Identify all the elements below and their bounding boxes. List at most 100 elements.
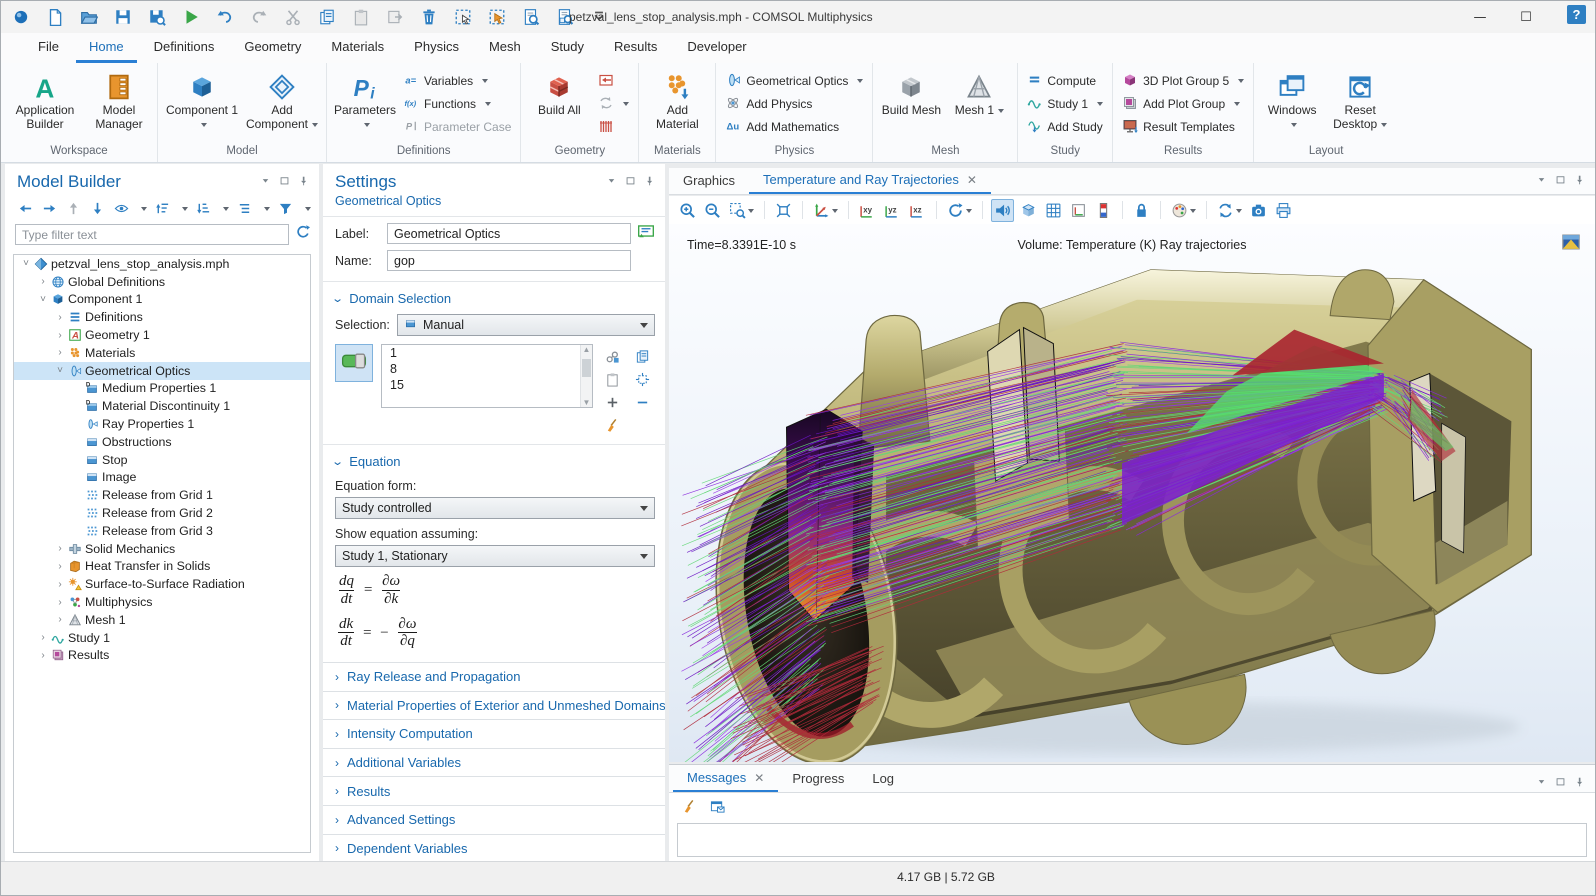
build-all-button[interactable]: Build All (527, 67, 591, 118)
expander-icon[interactable]: › (54, 312, 66, 323)
result-templates-button[interactable]: Result Templates (1119, 117, 1247, 137)
equation-section-header[interactable]: ⌄ Equation (323, 444, 665, 475)
expander-icon[interactable]: › (54, 614, 66, 625)
funnel-button[interactable] (277, 198, 294, 218)
select-box-button[interactable] (453, 7, 473, 27)
panel-menu-icon[interactable] (1536, 172, 1547, 190)
sort-asc-button[interactable] (154, 198, 171, 218)
tree-item-material-discontinuity-1[interactable]: DMaterial Discontinuity 1 (14, 397, 310, 415)
find-button[interactable] (521, 7, 541, 27)
plot-group-button[interactable]: 3D Plot Group 5 (1119, 71, 1247, 91)
add-component-button[interactable]: Add Component (244, 67, 320, 131)
section-results[interactable]: ›Results (323, 776, 665, 805)
expander-icon[interactable]: › (37, 632, 49, 643)
expander-icon[interactable]: ˅ (37, 294, 49, 305)
expander-icon[interactable]: › (54, 543, 66, 554)
float-panel-icon[interactable] (279, 173, 290, 191)
tree-item-global-definitions[interactable]: ›Global Definitions (14, 273, 310, 291)
tree-item-heat-transfer-in-solids[interactable]: ›Heat Transfer in Solids (14, 558, 310, 576)
grid-button[interactable] (1043, 200, 1064, 221)
expander-icon[interactable]: › (54, 330, 66, 341)
expander-icon[interactable]: ˅ (20, 258, 32, 269)
rebuild-button[interactable] (595, 94, 632, 114)
close-tab-icon[interactable]: ✕ (754, 771, 764, 785)
graphics-tab-temperature-and-ray-trajectories[interactable]: Temperature and Ray Trajectories✕ (749, 167, 991, 194)
pin-panel-icon[interactable] (298, 173, 309, 191)
menu-tab-mesh[interactable]: Mesh (476, 33, 534, 63)
section-additional-variables[interactable]: ›Additional Variables (323, 748, 665, 777)
paste-selection-button[interactable] (601, 369, 623, 390)
study-1-button[interactable]: Study 1 (1024, 94, 1106, 114)
panel-menu-icon[interactable] (606, 173, 617, 191)
color-legend-button[interactable] (1093, 200, 1114, 221)
menu-tab-developer[interactable]: Developer (674, 33, 759, 63)
selection-entity[interactable]: 1 (382, 345, 592, 361)
pin-panel-icon[interactable] (644, 173, 655, 191)
axes-triad-button[interactable] (811, 200, 840, 221)
view-xz-button[interactable]: xz (907, 200, 928, 221)
tree-item-surface-to-surface-radiation[interactable]: ›Surface-to-Surface Radiation (14, 575, 310, 593)
help-button[interactable]: ? (1567, 5, 1586, 24)
functions-button[interactable]: f(x) Functions (401, 94, 514, 114)
sync-button[interactable] (1215, 200, 1244, 221)
menu-tab-definitions[interactable]: Definitions (141, 33, 228, 63)
mesh-1-button[interactable]: Mesh 1 (947, 67, 1011, 118)
tree-item-geometrical-optics[interactable]: ˅Geometrical Optics (14, 362, 310, 380)
pin-panel-icon[interactable] (1574, 172, 1585, 190)
section-material-properties-of-exterior-and-unmeshed-domains[interactable]: ›Material Properties of Exterior and Unm… (323, 691, 665, 720)
paste-special-button[interactable] (385, 7, 405, 27)
axes-box-button[interactable] (1068, 200, 1089, 221)
geometrical-optics-button[interactable]: Geometrical Optics (722, 71, 866, 91)
menu-tab-materials[interactable]: Materials (318, 33, 397, 63)
add-selection-button[interactable] (601, 392, 623, 413)
eye-button[interactable] (113, 198, 130, 218)
scene-light-button[interactable] (991, 199, 1014, 222)
copy-button[interactable] (317, 7, 337, 27)
application-builder-button[interactable]: A Application Builder (7, 67, 83, 131)
arrow-down-button[interactable] (89, 198, 106, 218)
open-in-window-button[interactable] (707, 796, 727, 816)
graphics-tab-graphics[interactable]: Graphics (669, 167, 749, 194)
tree-item-medium-properties-1[interactable]: DMedium Properties 1 (14, 380, 310, 398)
tree-item-solid-mechanics[interactable]: ›Solid Mechanics (14, 540, 310, 558)
add-material-button[interactable]: Add Material (645, 67, 709, 131)
copy-selection-button[interactable] (631, 346, 653, 367)
tree-item-release-from-grid-1[interactable]: Release from Grid 1 (14, 486, 310, 504)
expander-icon[interactable]: › (37, 276, 49, 287)
compute-button[interactable]: Compute (1024, 71, 1106, 91)
model-manager-button[interactable]: Model Manager (87, 67, 151, 131)
camera-button[interactable] (1248, 200, 1269, 221)
tree-item-results[interactable]: ›Results (14, 647, 310, 665)
list-tree-button[interactable] (236, 198, 253, 218)
selection-entity-list[interactable]: ▲▼ 1815 (381, 344, 593, 408)
tree-item-stop[interactable]: Stop (14, 451, 310, 469)
expander-icon[interactable]: › (54, 597, 66, 608)
menu-tab-study[interactable]: Study (538, 33, 597, 63)
arrow-up-button[interactable] (65, 198, 82, 218)
menu-tab-file[interactable]: File (25, 33, 72, 63)
rename-icon[interactable] (637, 222, 655, 245)
selection-entity[interactable]: 15 (382, 377, 592, 393)
selection-entity[interactable]: 8 (382, 361, 592, 377)
section-ray-release-and-propagation[interactable]: ›Ray Release and Propagation (323, 662, 665, 691)
name-field[interactable] (387, 250, 631, 271)
panel-menu-icon[interactable] (1536, 774, 1547, 792)
view-yz-button[interactable]: yz (882, 200, 903, 221)
menu-tab-home[interactable]: Home (76, 33, 137, 63)
expander-icon[interactable]: › (37, 650, 49, 661)
domain-selection-section-header[interactable]: ⌄ Domain Selection (323, 281, 665, 312)
plot-thumbnail-icon[interactable] (1561, 232, 1581, 257)
float-panel-icon[interactable] (1555, 172, 1566, 190)
tree-item-obstructions[interactable]: Obstructions (14, 433, 310, 451)
active-selection-toggle[interactable] (335, 344, 373, 382)
minimize-button[interactable]: — (1457, 1, 1503, 33)
expander-icon[interactable]: › (54, 347, 66, 358)
deselect-box-button[interactable] (487, 7, 507, 27)
add-mathematics-button[interactable]: Δu Add Mathematics (722, 117, 866, 137)
equation-form-combo[interactable]: Study controlled (335, 497, 655, 519)
show-equation-combo[interactable]: Study 1, Stationary (335, 545, 655, 567)
link-selection-button[interactable] (601, 346, 623, 367)
component-1-button[interactable]: Component 1 (164, 67, 240, 131)
printer-button[interactable] (1273, 200, 1294, 221)
redo-button[interactable] (249, 7, 269, 27)
